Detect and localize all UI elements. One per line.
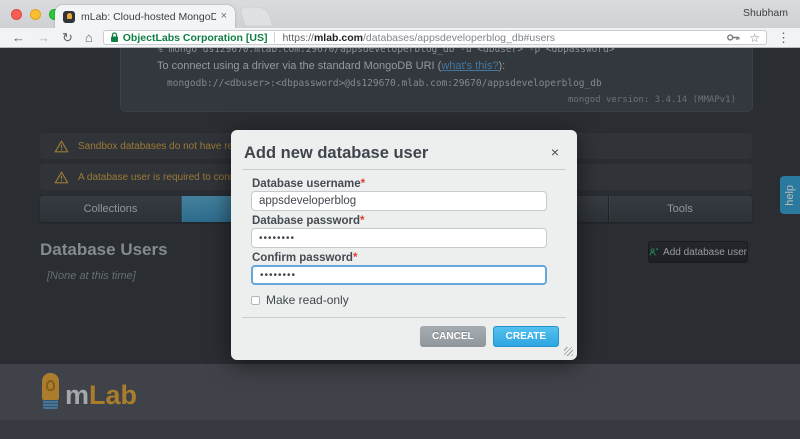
nav-icons: ← → ↻ ⌂ xyxy=(0,31,103,44)
confirm-password-label-text: Confirm password xyxy=(252,252,353,264)
readonly-checkbox-row[interactable]: Make read-only xyxy=(251,293,349,307)
password-label: Database password* xyxy=(252,215,365,227)
url-text: https://mlab.com/databases/appsdeveloper… xyxy=(282,32,555,44)
username-label: Database username* xyxy=(252,178,365,190)
required-asterisk: * xyxy=(360,178,366,190)
password-input[interactable] xyxy=(251,228,547,248)
chrome-menu-icon[interactable]: ⋮ xyxy=(775,30,800,46)
modal-buttons: CANCEL CREATE xyxy=(419,326,559,347)
modal-close-icon[interactable]: × xyxy=(551,145,559,159)
browser-tab[interactable]: mLab: Cloud-hosted MongoDB × xyxy=(55,5,235,28)
security-label: ObjectLabs Corporation [US] xyxy=(122,31,268,44)
create-button[interactable]: CREATE xyxy=(492,326,559,347)
tab-close-icon[interactable]: × xyxy=(221,11,227,22)
url-scheme: https:// xyxy=(282,31,314,44)
back-icon[interactable]: ← xyxy=(12,31,25,44)
page-viewport: % mongo ds129670.mlab.com:29670/appsdeve… xyxy=(0,48,800,439)
password-label-text: Database password xyxy=(252,215,361,227)
browser-chrome: mLab: Cloud-hosted MongoDB × Shubham ← →… xyxy=(0,0,800,48)
bookmark-star-icon[interactable]: ☆ xyxy=(749,32,760,44)
confirm-password-input[interactable] xyxy=(251,265,547,285)
minimize-window-button[interactable] xyxy=(30,9,41,20)
modal-divider xyxy=(242,317,566,318)
forward-icon[interactable]: → xyxy=(37,31,50,44)
url-host: mlab.com xyxy=(313,31,363,44)
readonly-checkbox[interactable] xyxy=(251,295,260,305)
add-user-modal: Add new database user × Database usernam… xyxy=(231,130,577,360)
security-chip[interactable]: ObjectLabs Corporation [US] xyxy=(110,31,268,44)
home-icon[interactable]: ⌂ xyxy=(85,31,93,44)
window-controls xyxy=(11,9,60,20)
username-input[interactable] xyxy=(251,191,547,211)
address-bar[interactable]: ObjectLabs Corporation [US] https://mlab… xyxy=(102,30,767,45)
cancel-button[interactable]: CANCEL xyxy=(419,326,486,347)
close-window-button[interactable] xyxy=(11,9,22,20)
browser-window: mLab: Cloud-hosted MongoDB × Shubham ← →… xyxy=(0,0,800,439)
omnibox-separator xyxy=(274,32,276,43)
password-key-icon[interactable] xyxy=(727,33,740,42)
browser-toolbar: ← → ↻ ⌂ ObjectLabs Corporation [US] http… xyxy=(0,28,800,48)
profile-name[interactable]: Shubham xyxy=(743,7,788,19)
confirm-password-label: Confirm password* xyxy=(252,252,357,264)
modal-divider xyxy=(242,169,566,170)
tab-strip: mLab: Cloud-hosted MongoDB × Shubham xyxy=(0,0,800,28)
modal-title: Add new database user xyxy=(244,144,429,162)
tab-title: mLab: Cloud-hosted MongoDB xyxy=(81,10,216,23)
omnibox-right-icons: ☆ xyxy=(727,32,760,44)
url-path: /databases/appsdeveloperblog_db#users xyxy=(362,31,556,44)
modal-resize-handle[interactable] xyxy=(564,347,573,356)
required-asterisk: * xyxy=(360,215,365,227)
readonly-checkbox-label: Make read-only xyxy=(266,293,349,307)
mlab-favicon-icon xyxy=(63,10,75,23)
username-label-text: Database username xyxy=(252,178,361,190)
required-asterisk: * xyxy=(352,252,358,264)
reload-icon[interactable]: ↻ xyxy=(62,31,73,44)
padlock-icon xyxy=(110,32,118,42)
new-tab-button[interactable] xyxy=(238,7,274,26)
